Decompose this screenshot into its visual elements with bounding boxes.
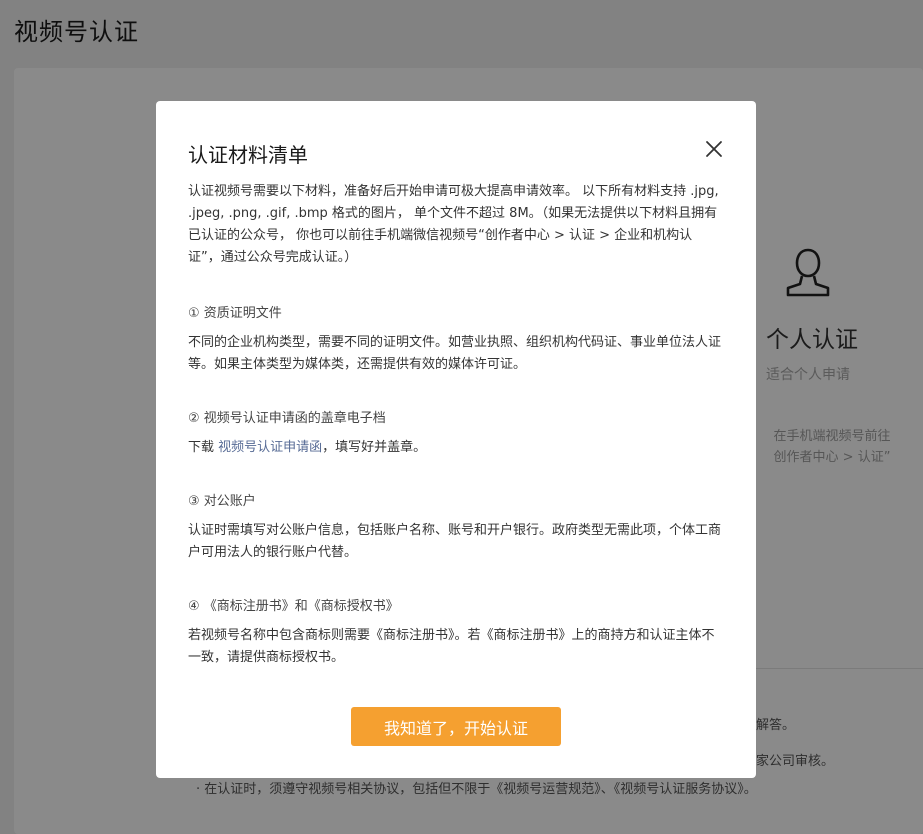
modal-intro: 认证视频号需要以下材料，准备好后开始申请可极大提高申请效率。 以下所有材料支持 … (188, 184, 719, 265)
section-heading: ② 视频号认证申请函的盖章电子档 (188, 411, 386, 426)
materials-modal: 认证材料清单 认证视频号需要以下材料，准备好后开始申请可极大提高申请效率。 以下… (156, 101, 756, 778)
section-heading: ③ 对公账户 (188, 494, 256, 509)
section-text-suffix: ，填写好并盖章。 (322, 440, 427, 455)
modal-body: 认证视频号需要以下材料，准备好后开始申请可极大提高申请效率。 以下所有材料支持 … (188, 181, 724, 701)
start-auth-button[interactable]: 我知道了，开始认证 (351, 707, 561, 746)
section-heading: ① 资质证明文件 (188, 306, 282, 321)
application-letter-link[interactable]: 视频号认证申请函 (218, 440, 322, 455)
section-heading: ④ 《商标注册书》和《商标授权书》 (188, 599, 399, 614)
section-text: 下载 视频号认证申请函，填写好并盖章。 (188, 437, 724, 459)
section-text-prefix: 下载 (188, 440, 219, 455)
modal-title: 认证材料清单 (188, 143, 308, 167)
section-text: 不同的企业机构类型，需要不同的证明文件。如营业执照、组织机构代码证、事业单位法人… (188, 335, 722, 372)
close-icon[interactable] (702, 137, 726, 161)
section-text: 若视频号名称中包含商标则需要《商标注册书》。若《商标注册书》上的商持方和认证主体… (188, 628, 715, 665)
section-text: 认证时需填写对公账户信息，包括账户名称、账号和开户银行。政府类型无需此项，个体工… (188, 523, 722, 560)
